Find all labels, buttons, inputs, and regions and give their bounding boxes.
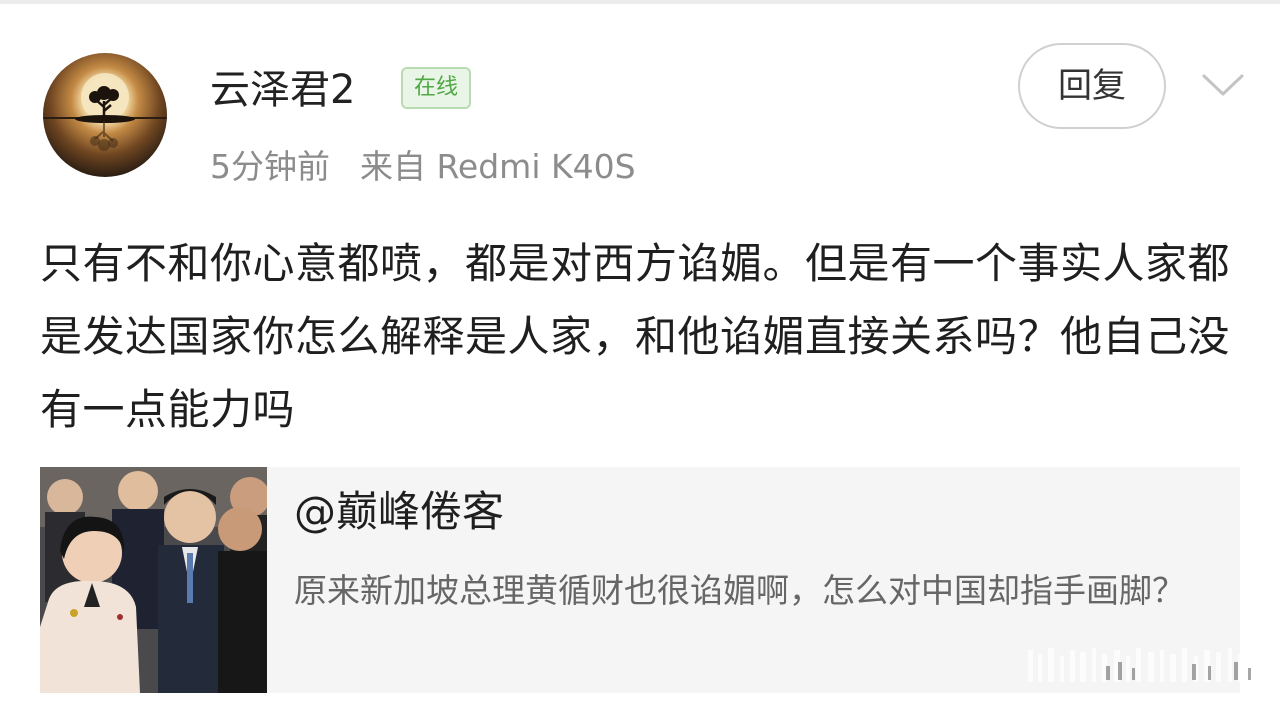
watermark [1028,648,1255,682]
quoted-post-author[interactable]: @巅峰倦客 [294,485,504,539]
avatar[interactable] [43,53,167,177]
online-badge: 在线 [401,67,471,109]
avatar-image [43,73,167,151]
chevron-down-icon[interactable] [1198,64,1248,104]
thumbnail-photo [40,467,267,693]
comment-text: 只有不和你心意都喷，都是对西方谄媚。但是有一个事实人家都是发达国家你怎么解释是人… [40,239,1231,434]
comment-source: 来自 Redmi K40S [360,147,636,186]
comment-time: 5分钟前 [210,147,330,186]
reply-button[interactable]: 回复 [1018,43,1166,129]
comment-meta: 5分钟前 来自 Redmi K40S [210,145,636,189]
username[interactable]: 云泽君2 [210,64,355,116]
top-divider [0,0,1280,4]
quoted-post-thumbnail[interactable] [40,467,267,693]
quoted-post-text: 原来新加坡总理黄循财也很谄媚啊，怎么对中国却指手画脚？ [294,571,1185,610]
